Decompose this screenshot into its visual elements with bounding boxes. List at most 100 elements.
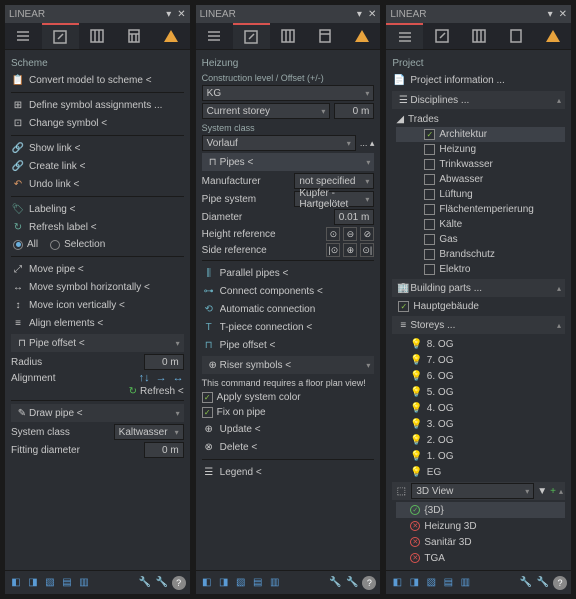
building-expander[interactable]: 🏢Building parts ... (392, 279, 565, 297)
chk-applysys[interactable]: Apply system color (202, 390, 375, 405)
f-2[interactable]: ◨ (217, 576, 231, 590)
footer-icon-5[interactable]: ▥ (77, 576, 91, 590)
trade-brandschutz[interactable]: Brandschutz (396, 247, 565, 262)
pipesys-dd[interactable]: Kupfer - Hartgelötet (294, 191, 374, 207)
storeys-expander[interactable]: ≡Storeys ... (392, 316, 565, 334)
riser-expander[interactable]: ⊕Riser symbols < (202, 356, 375, 374)
f-1[interactable]: ◧ (200, 576, 214, 590)
sref-2[interactable]: ⊕ (343, 243, 357, 257)
align-both[interactable]: ↔ (173, 372, 184, 384)
create-link[interactable]: 🔗Create link < (11, 157, 184, 175)
view-item[interactable]: ✕Heizung 3D (396, 518, 565, 534)
view3d-dd[interactable]: 3D View (411, 483, 534, 499)
trade-lüftung[interactable]: Lüftung (396, 187, 565, 202)
tab-edit[interactable] (42, 23, 79, 49)
draw-pipe-expander[interactable]: ✎Draw pipe < (11, 404, 184, 422)
disciplines-expander[interactable]: ☰Disciplines ... (392, 91, 565, 109)
pipe-offset-expander[interactable]: ⊓Pipe offset < (11, 334, 184, 352)
labeling[interactable]: 🏷Labeling < (11, 200, 184, 218)
f-4[interactable]: ▤ (251, 576, 265, 590)
tab-columns[interactable] (460, 23, 497, 49)
href-2[interactable]: ⊖ (343, 227, 357, 241)
convert-model[interactable]: 📋Convert model to scheme < (11, 71, 184, 89)
chk-haupt[interactable]: Hauptgebäude (392, 299, 565, 314)
f-5[interactable]: ▥ (458, 576, 472, 590)
footer-help[interactable]: ? (172, 576, 186, 590)
chk-fixon[interactable]: Fix on pipe (202, 405, 375, 420)
f-w1[interactable]: 🔧 (328, 576, 342, 590)
trade-gas[interactable]: Gas (396, 232, 565, 247)
manuf-dd[interactable]: not specified (294, 173, 374, 189)
trade-architektur[interactable]: Architektur (396, 127, 565, 142)
radio-selection[interactable]: Selection (50, 239, 105, 250)
align-up[interactable]: ↑↓ (139, 372, 150, 384)
pipes-expander[interactable]: ⊓Pipes < (202, 153, 375, 171)
footer-icon-4[interactable]: ▤ (60, 576, 74, 590)
curstorey-dd[interactable]: Current storey (202, 103, 331, 119)
f-3[interactable]: ▧ (234, 576, 248, 590)
storey-item[interactable]: 💡4. OG (396, 400, 565, 416)
minimize-icon[interactable]: ▾ (357, 9, 362, 20)
storey-item[interactable]: 💡8. OG (396, 336, 565, 352)
tpiece-connection[interactable]: TT-piece connection < (202, 318, 375, 336)
close-icon[interactable]: ✕ (368, 9, 376, 20)
sysclass-dd[interactable]: Kaltwasser (114, 424, 184, 440)
minimize-icon[interactable]: ▾ (166, 9, 171, 20)
connect-components[interactable]: ⊶Connect components < (202, 282, 375, 300)
storey-item[interactable]: 💡5. OG (396, 384, 565, 400)
footer-icon-3[interactable]: ▧ (43, 576, 57, 590)
f-1[interactable]: ◧ (390, 576, 404, 590)
change-symbol[interactable]: ⊡Change symbol < (11, 114, 184, 132)
tab-calc[interactable] (306, 23, 343, 49)
sref-3[interactable]: ⊙| (360, 243, 374, 257)
expand-icon[interactable]: ... ▴ (360, 138, 375, 149)
kg-dd[interactable]: KG (202, 85, 375, 101)
sref-1[interactable]: |⊙ (326, 243, 340, 257)
move-symbol-h[interactable]: ↔Move symbol horizontally < (11, 278, 184, 296)
view-item[interactable]: ✓{3D} (396, 502, 565, 518)
footer-wrench-2[interactable]: 🔧 (155, 576, 169, 590)
close-icon[interactable]: ✕ (559, 9, 567, 20)
view-item[interactable]: ✕TGA (396, 550, 565, 566)
tab-warn[interactable] (343, 23, 380, 49)
filter-icon[interactable]: ▼ (537, 486, 547, 497)
tab-warn[interactable] (153, 23, 190, 49)
storey-item[interactable]: 💡1. OG (396, 448, 565, 464)
trade-elektro[interactable]: Elektro (396, 262, 565, 277)
align-right[interactable]: → (156, 372, 167, 384)
tab-edit[interactable] (233, 23, 270, 49)
tab-columns[interactable] (79, 23, 116, 49)
tab-calc[interactable] (497, 23, 534, 49)
minimize-icon[interactable]: ▾ (548, 9, 553, 20)
move-icon-v[interactable]: ↕Move icon vertically < (11, 296, 184, 314)
vorlauf-dd[interactable]: Vorlauf (202, 135, 356, 151)
legend[interactable]: ☰Legend < (202, 463, 375, 481)
parallel-pipes[interactable]: ⫼Parallel pipes < (202, 264, 375, 282)
show-link[interactable]: 🔗Show link < (11, 139, 184, 157)
footer-wrench-1[interactable]: 🔧 (138, 576, 152, 590)
view-item[interactable]: ✕Sanitär 3D (396, 534, 565, 550)
f-2[interactable]: ◨ (407, 576, 421, 590)
tab-warn[interactable] (534, 23, 571, 49)
storey-item[interactable]: 💡6. OG (396, 368, 565, 384)
href-3[interactable]: ⊘ (360, 227, 374, 241)
radio-all[interactable]: All (13, 239, 38, 250)
footer-icon-1[interactable]: ◧ (9, 576, 23, 590)
undo-link[interactable]: ↶Undo link < (11, 175, 184, 193)
tab-columns[interactable] (270, 23, 307, 49)
f-w2[interactable]: 🔧 (536, 576, 550, 590)
fitdia-value[interactable]: 0 m (144, 442, 184, 458)
trade-flächentemperierung[interactable]: Flächentemperierung (396, 202, 565, 217)
f-4[interactable]: ▤ (441, 576, 455, 590)
f-w1[interactable]: 🔧 (519, 576, 533, 590)
footer-icon-2[interactable]: ◨ (26, 576, 40, 590)
close-icon[interactable]: ✕ (177, 9, 185, 20)
refresh-btn[interactable]: Refresh < (140, 386, 184, 397)
tab-menu[interactable] (196, 23, 233, 49)
tab-menu[interactable] (5, 23, 42, 49)
define-symbol[interactable]: ⊞Define symbol assignments ... (11, 96, 184, 114)
tab-edit[interactable] (423, 23, 460, 49)
curstorey-val[interactable]: 0 m (334, 103, 374, 119)
f-help[interactable]: ? (362, 576, 376, 590)
refresh-label[interactable]: ↻Refresh label < (11, 218, 184, 236)
